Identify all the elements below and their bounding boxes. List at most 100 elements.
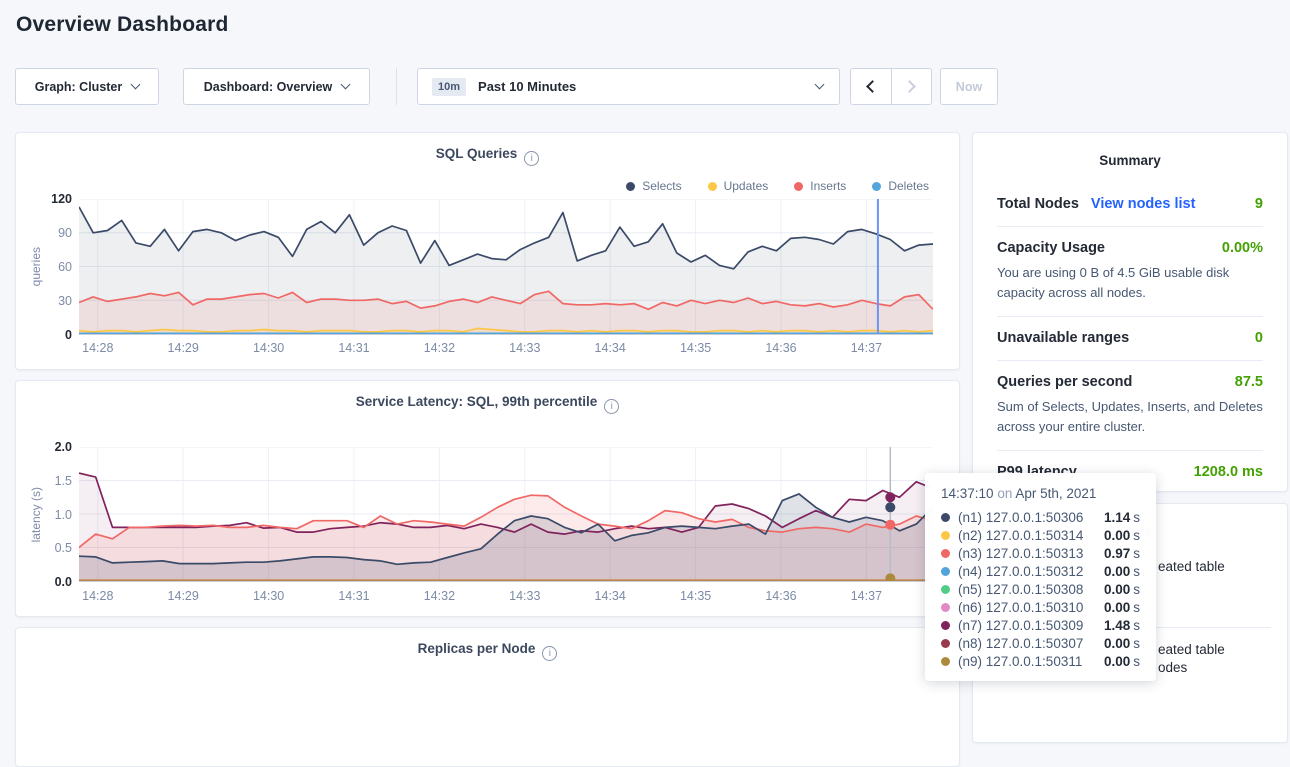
tooltip-row: (n8) 127.0.0.1:503070.00s	[941, 634, 1140, 652]
time-range-dropdown[interactable]: 10m Past 10 Minutes	[417, 68, 840, 105]
tooltip-unit: s	[1133, 528, 1140, 543]
tooltip-node-label: (n6) 127.0.0.1:50310	[958, 600, 1083, 615]
info-icon[interactable]: i	[524, 151, 539, 166]
x-tick-label: 14:30	[253, 341, 284, 355]
sql-queries-legend: Selects Updates Inserts Deletes	[626, 179, 929, 193]
tooltip-node-label: (n2) 127.0.0.1:50314	[958, 528, 1083, 543]
summary-row-qps: Queries per second 87.5 Sum of Selects, …	[997, 360, 1263, 450]
x-tick-label: 14:35	[680, 341, 711, 355]
y-tick-label: 30	[58, 294, 72, 308]
tooltip-value: 0.00	[1104, 582, 1130, 597]
tooltip-unit: s	[1133, 636, 1140, 651]
sql-queries-panel: SQL Queriesi Selects Updates Inserts Delete…	[15, 132, 960, 370]
time-range-label: Past 10 Minutes	[478, 79, 576, 94]
unavailable-ranges-value: 0	[1255, 330, 1263, 346]
time-step-buttons	[850, 68, 932, 105]
summary-row-capacity: Capacity Usage 0.00% You are using 0 B o…	[997, 226, 1263, 316]
event-text-fragment: eated table	[1158, 559, 1225, 574]
legend-dot-icon	[626, 182, 635, 191]
tooltip-row: (n3) 127.0.0.1:503130.97s	[941, 544, 1140, 562]
x-tick-label: 14:34	[595, 341, 626, 355]
x-tick-label: 14:33	[509, 341, 540, 355]
tooltip-unit: s	[1133, 582, 1140, 597]
qps-desc: Sum of Selects, Updates, Inserts, and De…	[997, 397, 1263, 436]
capacity-usage-value: 0.00%	[1222, 240, 1263, 256]
x-tick-label: 14:29	[168, 589, 199, 603]
qps-value: 87.5	[1235, 374, 1263, 390]
legend-label: Inserts	[810, 179, 846, 193]
service-latency-chart[interactable]	[79, 447, 933, 582]
legend-item[interactable]: Updates	[708, 179, 769, 193]
graph-dropdown-label: Graph: Cluster	[35, 80, 123, 94]
time-step-back-button[interactable]	[851, 69, 892, 104]
tooltip-value: 0.00	[1104, 564, 1130, 579]
tooltip-row: (n1) 127.0.0.1:50306 1.14s	[941, 508, 1140, 526]
x-tick-label: 14:34	[595, 589, 626, 603]
p99-latency-value: 1208.0 ms	[1194, 464, 1263, 480]
info-icon[interactable]: i	[542, 646, 557, 661]
event-text-fragment: eated table	[1158, 642, 1225, 657]
x-tick-label: 14:37	[851, 341, 882, 355]
tooltip-unit: s	[1133, 564, 1140, 579]
tooltip-node-label: (n3) 127.0.0.1:50313	[958, 546, 1083, 561]
legend-item[interactable]: Inserts	[794, 179, 846, 193]
total-nodes-value: 9	[1255, 196, 1263, 212]
graph-dropdown[interactable]: Graph: Cluster	[15, 68, 159, 105]
x-tick-label: 14:30	[253, 589, 284, 603]
series-dot-icon	[941, 639, 950, 648]
y-tick-label: 1.5	[55, 474, 72, 488]
summary-panel: Summary Total Nodes View nodes list 9 Ca…	[972, 132, 1288, 492]
sql-queries-chart[interactable]	[79, 199, 933, 335]
view-nodes-list-link[interactable]: View nodes list	[1091, 196, 1196, 212]
sql-x-ticks: 14:2814:2914:3014:3114:3214:3314:3414:35…	[79, 341, 933, 357]
latency-x-ticks: 14:2814:2914:3014:3114:3214:3314:3414:35…	[79, 589, 933, 605]
tooltip-row: (n4) 127.0.0.1:50312 0.00s	[941, 562, 1140, 580]
now-button[interactable]: Now	[940, 68, 998, 105]
tooltip-node-label: (n5) 127.0.0.1:50308	[958, 582, 1083, 597]
tooltip-value: 0.00	[1104, 636, 1130, 651]
legend-label: Selects	[642, 179, 681, 193]
x-tick-label: 14:32	[424, 341, 455, 355]
y-tick-label: 0	[65, 328, 72, 342]
capacity-usage-desc: You are using 0 B of 4.5 GiB usable disk…	[997, 263, 1263, 302]
x-tick-label: 14:28	[82, 341, 113, 355]
chevron-left-icon	[866, 80, 879, 93]
series-dot-icon	[941, 567, 950, 576]
dashboard-dropdown-label: Dashboard: Overview	[204, 80, 333, 94]
sql-y-ticks: 1209060300	[16, 199, 72, 335]
series-dot-icon	[941, 513, 950, 522]
time-step-forward-button[interactable]	[892, 69, 932, 104]
chevron-down-icon	[815, 80, 825, 90]
series-dot-icon	[941, 585, 950, 594]
tooltip-value: 0.00	[1104, 654, 1130, 669]
now-button-label: Now	[956, 80, 982, 94]
legend-label: Updates	[724, 179, 769, 193]
x-tick-label: 14:36	[765, 589, 796, 603]
x-tick-label: 14:35	[680, 589, 711, 603]
legend-item[interactable]: Selects	[626, 179, 681, 193]
dashboard-dropdown[interactable]: Dashboard: Overview	[183, 68, 370, 105]
chevron-down-icon	[341, 80, 351, 90]
x-tick-label: 14:31	[338, 589, 369, 603]
tooltip-node-label: (n7) 127.0.0.1:50309	[958, 618, 1083, 633]
tooltip-unit: s	[1133, 510, 1140, 525]
tooltip-row: (n7) 127.0.0.1:503091.48s	[941, 616, 1140, 634]
sql-queries-title: SQL Queriesi	[16, 146, 959, 166]
tooltip-value: 1.14	[1104, 510, 1130, 525]
tooltip-row: (n9) 127.0.0.1:503110.00s	[941, 652, 1140, 670]
summary-title: Summary	[973, 153, 1287, 168]
tooltip-row: (n5) 127.0.0.1:50308 0.00s	[941, 580, 1140, 598]
page-title: Overview Dashboard	[16, 13, 229, 37]
tooltip-unit: s	[1133, 600, 1140, 615]
tooltip-node-label: (n1) 127.0.0.1:50306	[958, 510, 1083, 525]
tooltip-node-label: (n4) 127.0.0.1:50312	[958, 564, 1083, 579]
x-tick-label: 14:33	[509, 589, 540, 603]
chevron-down-icon	[131, 80, 141, 90]
y-tick-label: 90	[58, 226, 72, 240]
info-icon[interactable]: i	[604, 399, 619, 414]
tooltip-value: 0.97	[1104, 546, 1130, 561]
legend-dot-icon	[872, 182, 881, 191]
legend-dot-icon	[708, 182, 717, 191]
legend-item[interactable]: Deletes	[872, 179, 929, 193]
time-range-badge: 10m	[432, 78, 466, 96]
